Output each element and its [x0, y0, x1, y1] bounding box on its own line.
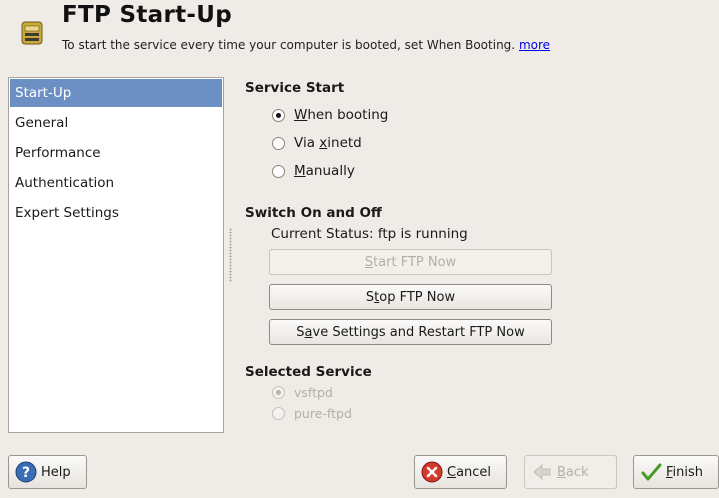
help-button[interactable]: ? Help [8, 455, 87, 489]
radio-when-booting[interactable]: When booting [272, 107, 388, 123]
service-start-heading: Service Start [245, 80, 345, 96]
sidebar: Start-Up General Performance Authenticat… [8, 77, 224, 433]
sidebar-item-performance[interactable]: Performance [9, 138, 223, 168]
finish-button[interactable]: Finish [633, 455, 719, 489]
help-icon: ? [15, 461, 37, 483]
current-status: Current Status: ftp is running [271, 226, 468, 242]
radio-manually[interactable]: Manually [272, 163, 355, 179]
radio-label: Via xinetd [294, 135, 362, 151]
switch-heading: Switch On and Off [245, 205, 382, 221]
radio-indicator[interactable] [272, 136, 285, 150]
page-title: FTP Start-Up [62, 2, 232, 28]
subtitle-text: To start the service every time your com… [62, 38, 516, 52]
radio-indicator[interactable] [272, 386, 285, 399]
radio-label: When booting [294, 107, 389, 123]
sidebar-item-general[interactable]: General [9, 108, 223, 138]
back-arrow-icon [533, 463, 551, 481]
page-subtitle: To start the service every time your com… [62, 38, 550, 52]
radio-label: Manually [294, 163, 355, 179]
radio-pure-ftpd[interactable]: pure-ftpd [272, 406, 352, 421]
stop-ftp-button[interactable]: St op FTP Now [269, 284, 552, 310]
checkmark-icon [641, 463, 662, 481]
save-restart-ftp-button[interactable]: Sa ve Settings and Restart FTP Now [269, 319, 552, 345]
radio-indicator[interactable] [272, 164, 285, 178]
cancel-icon [421, 461, 443, 483]
ftp-app-icon [21, 21, 43, 45]
radio-label: vsftpd [294, 385, 333, 400]
radio-vsftpd[interactable]: vsftpd [272, 385, 333, 400]
more-link[interactable]: more [519, 38, 550, 52]
svg-text:?: ? [22, 465, 30, 481]
sidebar-item-authentication[interactable]: Authentication [9, 168, 223, 198]
radio-indicator[interactable] [272, 407, 285, 420]
sidebar-item-start-up[interactable]: Start-Up [10, 79, 222, 107]
radio-indicator[interactable] [272, 108, 285, 122]
pane-splitter-handle[interactable] [229, 228, 232, 282]
radio-label: pure-ftpd [294, 406, 352, 421]
start-ftp-button[interactable]: Start FTP Now [269, 249, 552, 275]
header: FTP Start-Up To start the service every … [0, 0, 719, 62]
sidebar-item-expert-settings[interactable]: Expert Settings [9, 198, 223, 228]
back-button[interactable]: Back [524, 455, 617, 489]
selected-service-heading: Selected Service [245, 364, 372, 380]
cancel-button[interactable]: Cancel [414, 455, 507, 489]
radio-via-xinetd[interactable]: Via xinetd [272, 135, 362, 151]
